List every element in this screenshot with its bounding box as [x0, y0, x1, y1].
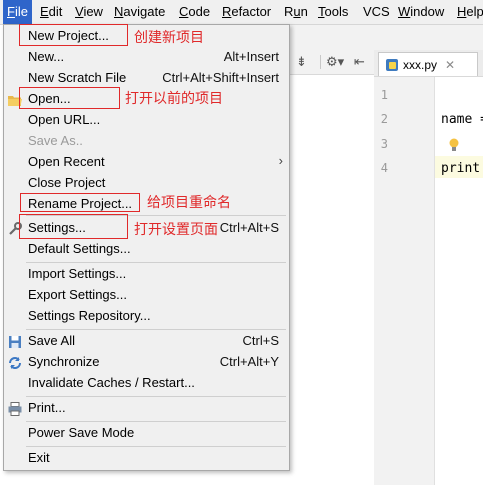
menu-item-open-recent[interactable]: Open Recent ›	[4, 152, 289, 173]
tab-filename: xxx.py	[403, 57, 438, 72]
annotation-rename-project: 给项目重命名	[147, 195, 231, 211]
menu-window[interactable]: Window	[394, 0, 448, 24]
menu-view[interactable]: View	[71, 0, 107, 24]
code-line-4: print	[441, 161, 481, 176]
toolbar-divider	[320, 55, 321, 69]
save-icon	[9, 336, 21, 348]
collapse-icon[interactable]: ⇟	[296, 50, 307, 74]
menu-item-close-project[interactable]: Close Project	[4, 173, 289, 194]
menu-item-save-all[interactable]: Save All Ctrl+S	[4, 331, 289, 352]
menu-divider	[26, 446, 286, 447]
editor-tab[interactable]: xxx.py ✕	[378, 52, 478, 76]
line-number: 1	[380, 88, 388, 102]
annotation-box-settings	[19, 214, 128, 239]
printer-icon	[8, 402, 22, 416]
annotation-settings: 打开设置页面	[134, 222, 218, 238]
line-number: 3	[380, 137, 388, 151]
toolbar-area	[290, 25, 483, 50]
gear-icon[interactable]: ⚙▾	[326, 50, 344, 74]
annotation-open: 打开以前的项目	[125, 91, 223, 107]
menu-refactor[interactable]: Refactor	[218, 0, 275, 24]
menu-item-new[interactable]: New... Alt+Insert	[4, 47, 289, 68]
menu-divider	[26, 396, 286, 397]
menu-divider	[26, 421, 286, 422]
sync-icon	[9, 357, 21, 369]
menu-run[interactable]: Run	[280, 0, 312, 24]
close-tab-icon[interactable]: ✕	[445, 58, 455, 72]
annotation-new-project: 创建新项目	[134, 30, 204, 46]
menu-tools[interactable]: Tools	[314, 0, 352, 24]
menu-item-export-settings[interactable]: Export Settings...	[4, 285, 289, 306]
menu-code[interactable]: Code	[175, 0, 214, 24]
menu-item-print[interactable]: Print...	[4, 398, 289, 419]
menu-item-save-as[interactable]: Save As..	[4, 131, 289, 152]
annotation-box-rename-project	[20, 193, 140, 212]
menu-navigate[interactable]: Navigate	[110, 0, 169, 24]
editor-tabs: xxx.py ✕	[374, 50, 483, 77]
menu-item-synchronize[interactable]: Synchronize Ctrl+Alt+Y	[4, 352, 289, 373]
menu-item-exit[interactable]: Exit	[4, 448, 289, 469]
lightbulb-icon[interactable]	[448, 137, 460, 153]
menu-divider	[26, 329, 286, 330]
menu-item-settings-repository[interactable]: Settings Repository...	[4, 306, 289, 327]
menu-bar: File Edit View Navigate Code Refactor Ru…	[0, 0, 483, 25]
annotation-box-open	[19, 87, 120, 109]
menu-file[interactable]: File	[3, 0, 32, 24]
menu-item-new-scratch-file[interactable]: New Scratch File Ctrl+Alt+Shift+Insert	[4, 68, 289, 89]
menu-vcs[interactable]: VCS	[359, 0, 394, 24]
menu-item-invalidate-caches[interactable]: Invalidate Caches / Restart...	[4, 373, 289, 394]
submenu-arrow-icon: ›	[278, 153, 283, 168]
line-number: 4	[380, 161, 388, 175]
menu-item-default-settings[interactable]: Default Settings...	[4, 239, 289, 260]
python-file-icon	[386, 58, 398, 71]
annotation-box-new-project	[19, 24, 128, 46]
menu-edit[interactable]: Edit	[36, 0, 66, 24]
menu-help[interactable]: Help	[453, 0, 483, 24]
code-line-2: name =	[441, 112, 483, 127]
line-number: 2	[380, 112, 388, 126]
panel-toolbar: ⇟ ⚙▾ ⇤	[290, 50, 374, 75]
menu-item-import-settings[interactable]: Import Settings...	[4, 264, 289, 285]
menu-item-open-url[interactable]: Open URL...	[4, 110, 289, 131]
menu-item-power-save-mode[interactable]: Power Save Mode	[4, 423, 289, 444]
hide-icon[interactable]: ⇤	[354, 50, 365, 74]
menu-divider	[26, 262, 286, 263]
